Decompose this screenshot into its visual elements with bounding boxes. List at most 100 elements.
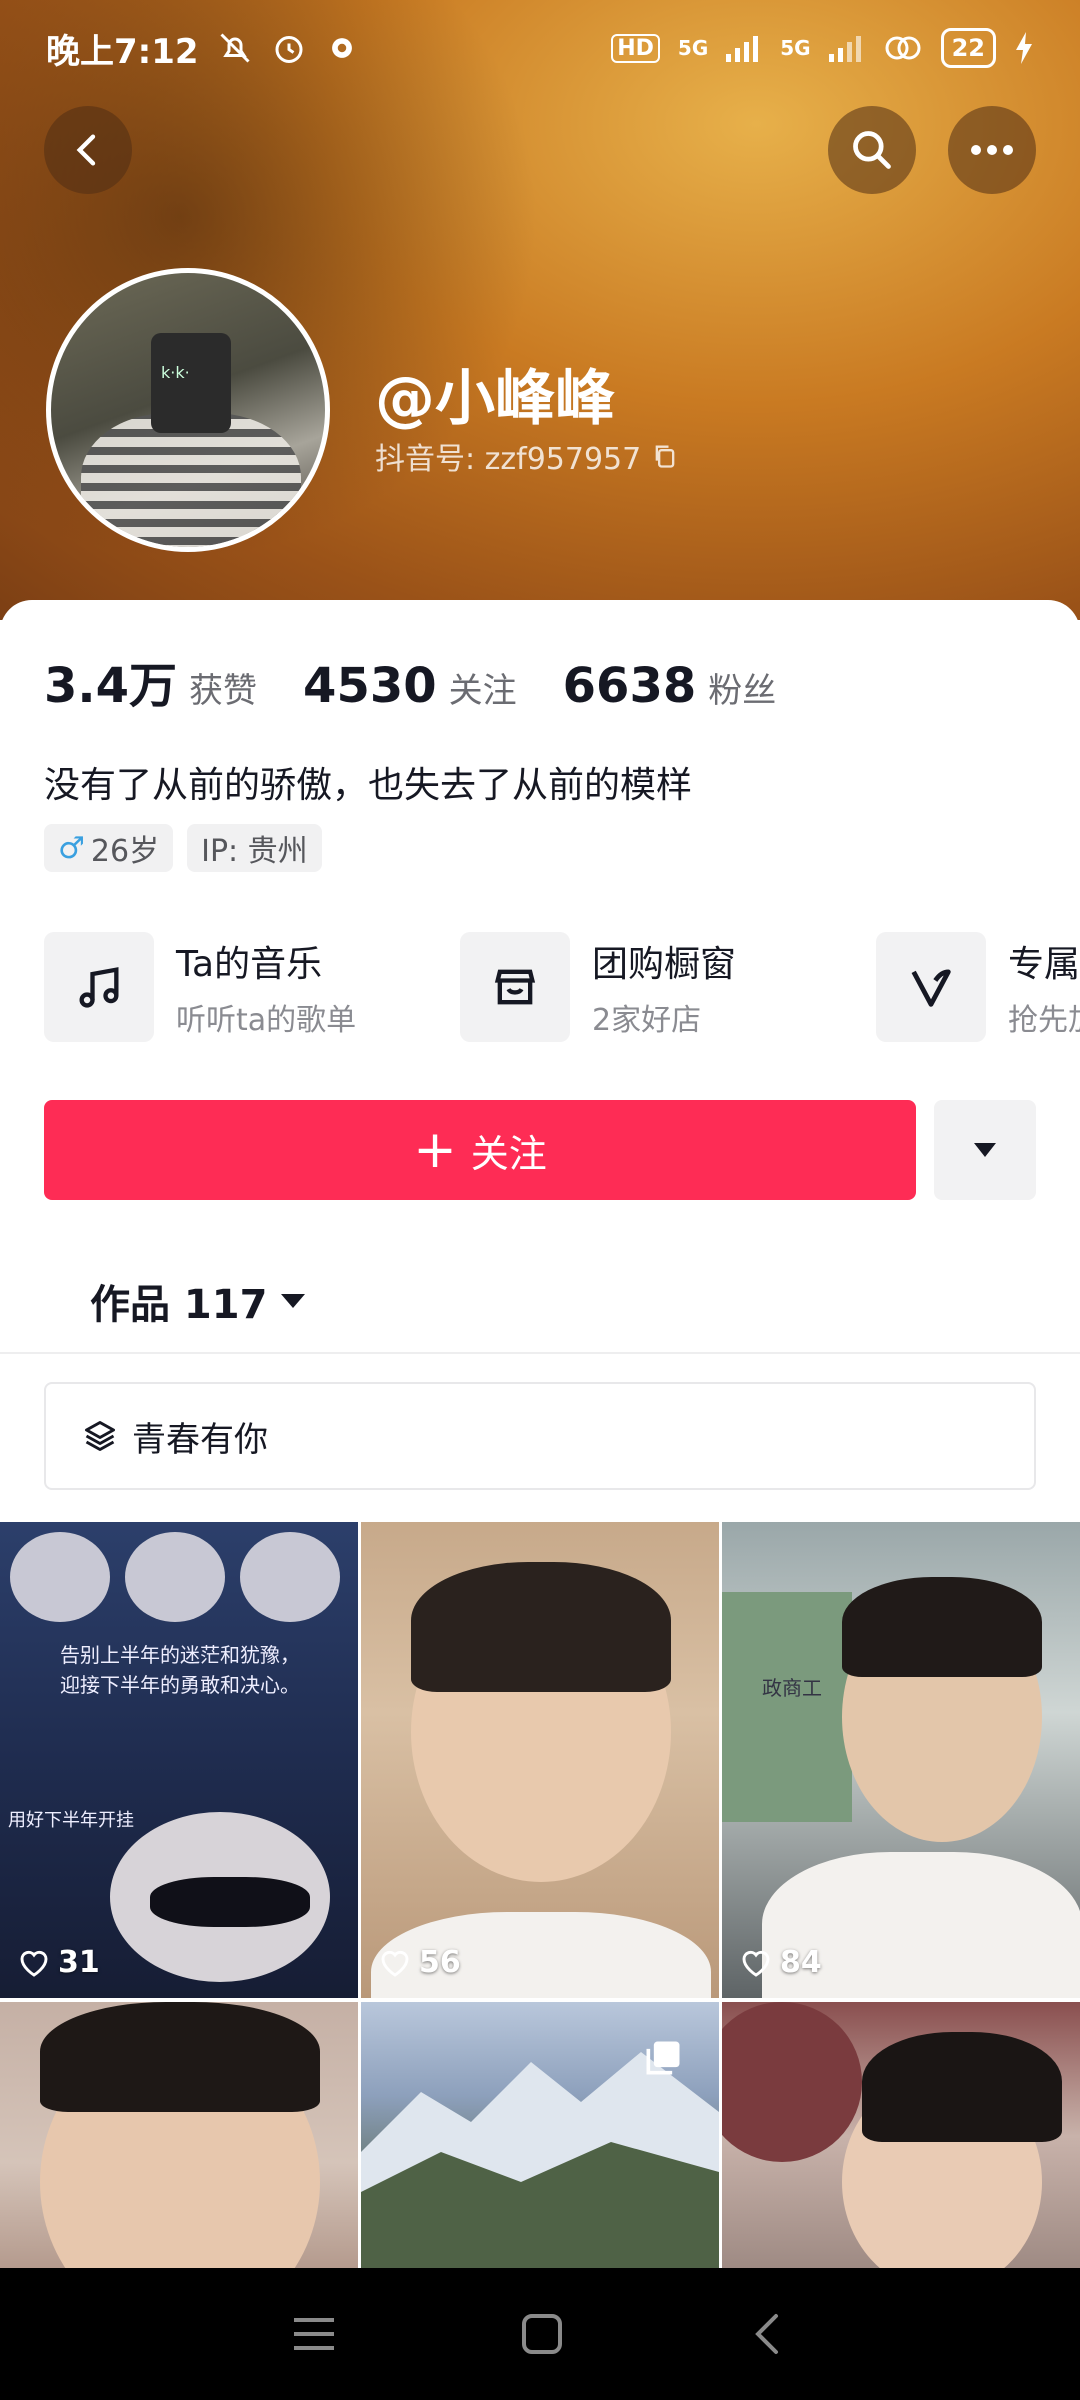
sunglasses: [150, 1877, 310, 1927]
feature-subtitle: 抢先加入: [1008, 1003, 1080, 1038]
video-tile[interactable]: 56: [361, 1522, 719, 1998]
signal-bars-icon: [726, 34, 762, 62]
battery-indicator: 22: [940, 28, 996, 68]
back-button[interactable]: [44, 106, 132, 194]
back-nav-icon[interactable]: [748, 2312, 788, 2356]
video-likes: 31: [18, 1945, 100, 1980]
feature-subtitle: 2家好店: [592, 1003, 702, 1038]
home-icon[interactable]: [520, 2312, 564, 2356]
video-tile[interactable]: [361, 2002, 719, 2270]
multi-image-icon: [646, 2041, 680, 2075]
stat-likes[interactable]: 3.4万 获赞: [44, 646, 257, 716]
douyin-id-text: 抖音号: zzf957957: [375, 442, 642, 477]
likes-count: 84: [780, 1945, 822, 1980]
stat-label: 获赞: [189, 671, 258, 711]
video-likes: 84: [740, 1945, 822, 1980]
menu-icon[interactable]: [292, 2314, 336, 2354]
video-tile[interactable]: [0, 2002, 358, 2270]
recommend-dropdown-button[interactable]: [934, 1100, 1036, 1200]
hair: [40, 2002, 320, 2112]
video-likes: 56: [379, 1945, 461, 1980]
more-options-button[interactable]: [948, 106, 1036, 194]
stat-value: 3.4万: [44, 658, 178, 714]
feature-shop[interactable]: 团购橱窗 2家好店: [460, 932, 876, 1042]
video-tile[interactable]: [722, 2002, 1080, 2270]
heart-icon: [381, 1950, 409, 1977]
hair: [411, 1562, 671, 1692]
tab-works[interactable]: 作品 117: [90, 1272, 307, 1330]
video-tile[interactable]: 告别上半年的迷茫和犹豫， 迎接下半年的勇敢和决心。 用好下半年开挂 31: [0, 1522, 358, 1998]
stat-followers[interactable]: 6638 粉丝: [563, 658, 777, 714]
video-thumbnail: [125, 1532, 225, 1622]
caption-line: 告别上半年的迷茫和犹豫，: [60, 1643, 300, 1667]
pillow: [722, 2002, 862, 2162]
feature-title: Ta的音乐: [176, 944, 323, 985]
shop-icon: [460, 932, 570, 1042]
profile-tags: ♂ 26岁 IP: 贵州: [44, 824, 322, 872]
signal-bars-2-icon: [828, 34, 865, 62]
feature-membership[interactable]: 专属会 抢先加入: [876, 932, 1080, 1042]
system-navigation-bar: [0, 2268, 1080, 2400]
caret-down-icon: [974, 1143, 996, 1157]
window-view: [722, 1592, 852, 1822]
video-thumbnail: [240, 1532, 340, 1622]
caret-down-icon: [281, 1294, 306, 1308]
signal-5g-1: 5G: [677, 36, 709, 60]
feature-title: 团购橱窗: [592, 944, 737, 985]
follow-button[interactable]: + 关注: [44, 1100, 916, 1200]
video-caption-line: 告别上半年的迷茫和犹豫， 迎接下半年的勇敢和决心。: [60, 1640, 300, 1700]
video-caption-line: 用好下半年开挂: [8, 1810, 134, 1831]
copy-icon[interactable]: [651, 442, 679, 470]
likes-count: 31: [58, 1945, 100, 1980]
status-time: 晚上7:12: [46, 31, 199, 72]
feature-title: 专属会: [1008, 944, 1080, 985]
avatar-shirt: [81, 413, 301, 547]
video-thumbnail: [10, 1532, 110, 1622]
follow-label: 关注: [470, 1131, 547, 1176]
username: @小峰峰: [375, 364, 615, 434]
search-button[interactable]: [828, 106, 916, 194]
mute-bell-icon: [217, 30, 253, 66]
ip-tag: IP: 贵州: [187, 824, 322, 872]
avatar-phone-text: k·k·: [161, 363, 190, 382]
shop-sign: 政商工: [762, 1676, 822, 1700]
settings-gear-icon: [325, 31, 359, 65]
music-note-icon: [44, 932, 154, 1042]
alarm-icon: [271, 30, 307, 66]
hair: [862, 2032, 1062, 2142]
video-tile[interactable]: 政商工 84: [722, 1522, 1080, 1998]
ip-text: IP: 贵州: [201, 834, 308, 869]
stats-row: 3.4万 获赞 4530 关注 6638 粉丝: [44, 646, 822, 716]
bio-text: 没有了从前的骄傲，也失去了从前的模样: [44, 765, 693, 806]
search-icon: [853, 131, 891, 169]
douyin-id[interactable]: 抖音号: zzf957957: [375, 434, 679, 478]
link-icon: [883, 33, 923, 63]
playlist-collection[interactable]: 青春有你: [44, 1382, 1036, 1490]
stat-label: 粉丝: [708, 671, 777, 711]
stat-following[interactable]: 4530 关注: [303, 658, 517, 714]
likes-count: 56: [419, 1945, 461, 1980]
feature-subtitle: 听听ta的歌单: [176, 1003, 357, 1038]
charging-icon: [1014, 32, 1034, 64]
avatar[interactable]: k·k·: [46, 268, 330, 552]
back-arrow-icon: [76, 134, 96, 166]
heart-icon: [20, 1950, 48, 1977]
male-icon: ♂: [58, 830, 85, 866]
caption-line: 迎接下半年的勇敢和决心。: [60, 1673, 300, 1697]
heart-icon: [742, 1950, 770, 1977]
status-bar: 晚上7:12 HD 5G 5G 22: [0, 0, 1080, 96]
stat-value: 4530: [303, 658, 437, 714]
stat-value: 6638: [562, 658, 697, 714]
v-badge-icon: [876, 932, 986, 1042]
tab-divider: [0, 1352, 1080, 1354]
hd-icon: HD: [611, 33, 660, 63]
layers-icon: [85, 1421, 115, 1451]
avatar-phone: [151, 333, 231, 433]
works-tab-label: 作品 117: [90, 1282, 268, 1328]
more-dots-icon: [971, 145, 1013, 155]
plus-icon: +: [413, 1120, 457, 1180]
gender-age-tag: ♂ 26岁: [44, 824, 174, 872]
feature-music[interactable]: Ta的音乐 听听ta的歌单: [44, 932, 460, 1042]
stat-label: 关注: [448, 671, 517, 711]
age-text: 26岁: [90, 834, 160, 869]
